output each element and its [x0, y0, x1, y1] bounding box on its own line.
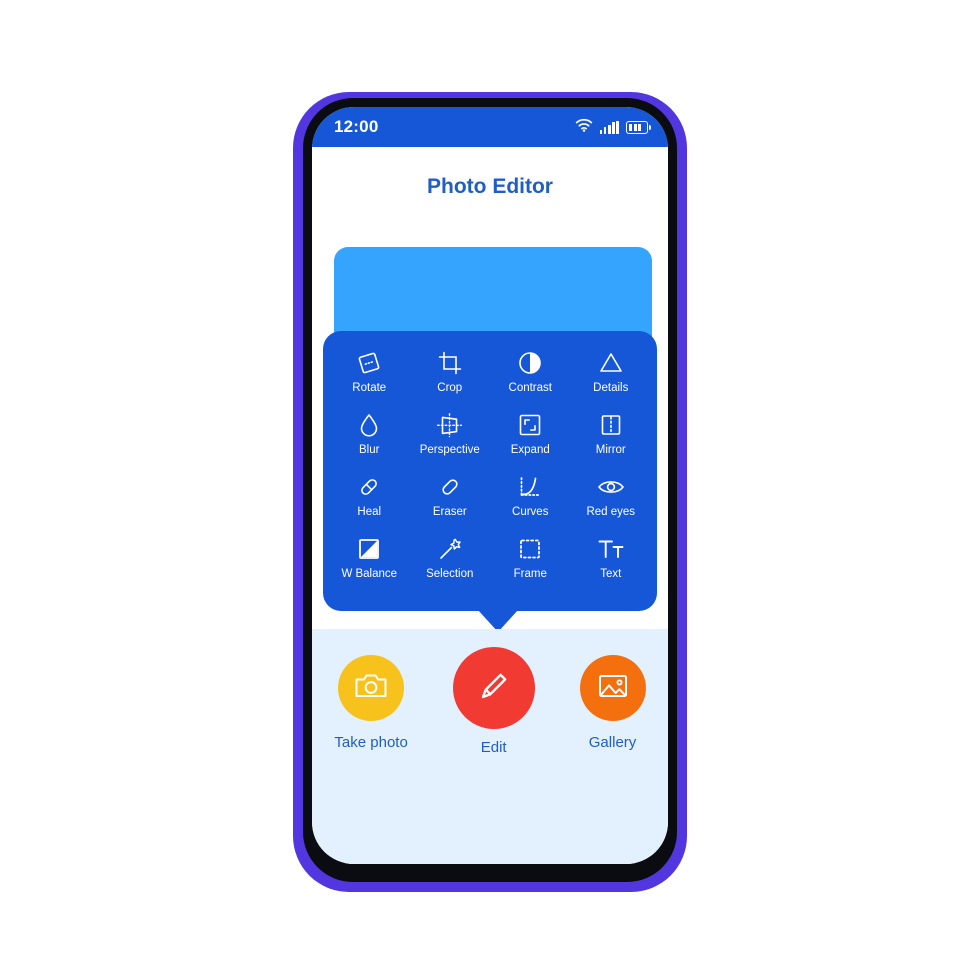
- details-triangle-icon: [596, 349, 626, 377]
- take-photo-circle: [338, 655, 405, 721]
- phone-frame: 12:00 Photo Editor Rotate Crop Contrast …: [293, 92, 687, 892]
- mirror-icon: [596, 411, 626, 439]
- rotate-icon: [354, 349, 384, 377]
- signal-bars-icon: [599, 120, 619, 134]
- tool-label: Selection: [426, 568, 474, 580]
- heal-bandage-icon: [354, 473, 384, 501]
- wifi-icon: [575, 118, 593, 137]
- camera-icon: [354, 671, 388, 706]
- tool-details[interactable]: Details: [571, 349, 652, 411]
- gallery-button[interactable]: Gallery: [579, 655, 646, 751]
- contrast-icon: [515, 349, 545, 377]
- take-photo-button[interactable]: Take photo: [334, 655, 408, 751]
- battery-icon: [626, 120, 652, 134]
- tool-contrast[interactable]: Contrast: [490, 349, 571, 411]
- edit-label: Edit: [480, 739, 507, 756]
- tool-eraser[interactable]: Eraser: [410, 473, 491, 535]
- status-icon-group: [575, 118, 652, 137]
- curves-icon: [515, 473, 545, 501]
- gallery-circle: [579, 655, 646, 721]
- tool-red-eyes[interactable]: Red eyes: [571, 473, 652, 535]
- crop-icon: [435, 349, 465, 377]
- tool-label: W Balance: [341, 568, 398, 580]
- tool-label: Crop: [437, 382, 463, 394]
- status-bar: 12:00: [312, 107, 668, 147]
- tool-grid: Rotate Crop Contrast Details Blur Perspe…: [329, 349, 651, 597]
- tool-crop[interactable]: Crop: [410, 349, 491, 411]
- tool-label: Eraser: [432, 506, 467, 518]
- gallery-label: Gallery: [588, 734, 637, 751]
- screenshot-canvas: 12:00 Photo Editor Rotate Crop Contrast …: [0, 0, 980, 980]
- bottom-action-bar: Take photo Edit Gallery: [312, 629, 668, 864]
- tool-label: Contrast: [508, 382, 552, 394]
- eraser-icon: [435, 473, 465, 501]
- perspective-icon: [435, 411, 465, 439]
- magic-wand-icon: [435, 535, 465, 563]
- status-time: 12:00: [334, 117, 379, 136]
- expand-icon: [515, 411, 545, 439]
- edit-button[interactable]: Edit: [452, 647, 535, 756]
- tool-label: Details: [593, 382, 629, 394]
- tool-text[interactable]: Text: [571, 535, 652, 597]
- blur-droplet-icon: [354, 411, 384, 439]
- edit-circle: [452, 647, 535, 729]
- tool-label: Mirror: [595, 444, 626, 456]
- tool-frame[interactable]: Frame: [490, 535, 571, 597]
- gallery-icon: [597, 671, 629, 706]
- tool-label: Text: [600, 568, 622, 580]
- tool-expand[interactable]: Expand: [490, 411, 571, 473]
- tool-label: Rotate: [352, 382, 387, 394]
- tool-label: Red eyes: [586, 506, 636, 518]
- text-icon: [596, 535, 626, 563]
- tool-label: Perspective: [419, 444, 480, 456]
- tool-label: Curves: [512, 506, 549, 518]
- bottom-actions: Take photo Edit Gallery: [312, 647, 668, 756]
- tool-w-balance[interactable]: W Balance: [329, 535, 410, 597]
- tool-curves[interactable]: Curves: [490, 473, 571, 535]
- frame-dashed-icon: [515, 535, 545, 563]
- tool-selection[interactable]: Selection: [410, 535, 491, 597]
- take-photo-label: Take photo: [334, 734, 408, 751]
- tool-rotate[interactable]: Rotate: [329, 349, 410, 411]
- tool-panel: Rotate Crop Contrast Details Blur Perspe…: [323, 331, 657, 611]
- tool-blur[interactable]: Blur: [329, 411, 410, 473]
- pencil-icon: [474, 666, 514, 711]
- red-eyes-icon: [596, 473, 626, 501]
- phone-screen: 12:00 Photo Editor Rotate Crop Contrast …: [312, 107, 668, 864]
- phone-bezel: 12:00 Photo Editor Rotate Crop Contrast …: [303, 98, 677, 882]
- white-balance-icon: [354, 535, 384, 563]
- tool-label: Frame: [513, 568, 547, 580]
- tool-label: Expand: [510, 444, 550, 456]
- page-title: Photo Editor: [312, 147, 668, 227]
- tool-perspective[interactable]: Perspective: [410, 411, 491, 473]
- tool-label: Blur: [359, 444, 380, 456]
- tool-mirror[interactable]: Mirror: [571, 411, 652, 473]
- tool-label: Heal: [357, 506, 382, 518]
- tool-heal[interactable]: Heal: [329, 473, 410, 535]
